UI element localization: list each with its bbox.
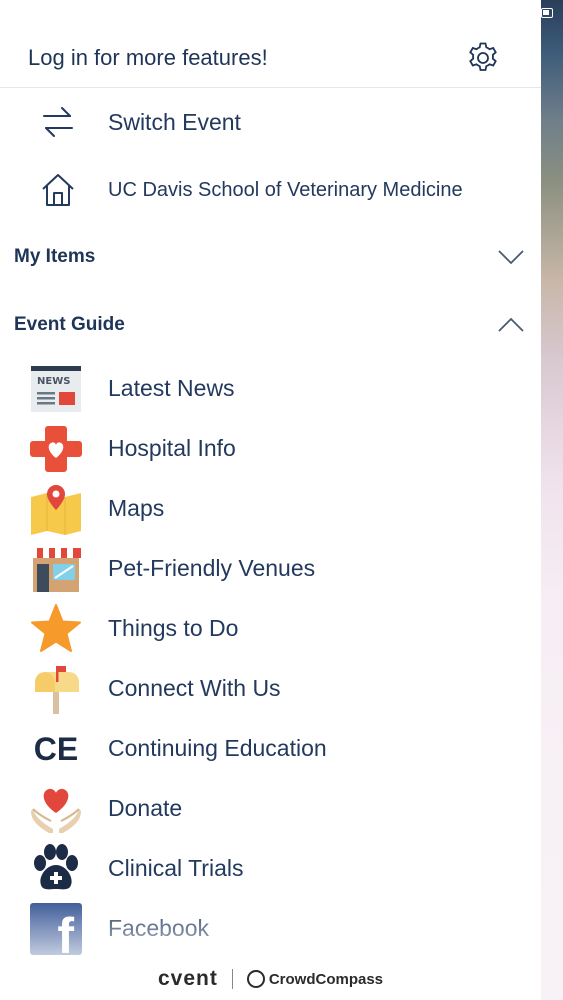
battery-icon	[541, 8, 553, 18]
crowdcompass-text: CrowdCompass	[268, 970, 384, 988]
mailbox-icon	[28, 662, 84, 716]
guide-item-donate[interactable]: Donate	[0, 779, 541, 839]
guide-item-label: Facebook	[108, 915, 210, 941]
guide-item-label: Connect With Us	[108, 675, 281, 701]
gear-icon[interactable]	[465, 40, 501, 76]
chevron-down-icon[interactable]	[496, 242, 526, 270]
guide-item-maps[interactable]: Maps	[0, 479, 541, 539]
crowdcompass-icon	[246, 970, 265, 988]
background-blur-strip	[541, 0, 563, 1000]
storefront-icon	[28, 542, 84, 596]
guide-item-label: Things to Do	[108, 615, 239, 641]
footer-divider	[231, 969, 233, 989]
home-event-label: UC Davis School of Veterinary Medicine	[108, 178, 463, 201]
login-prompt[interactable]: Log in for more features!	[28, 45, 268, 71]
guide-item-label: Latest News	[108, 375, 235, 401]
guide-item-label: Maps	[108, 495, 165, 521]
guide-item-connect-with-us[interactable]: Connect With Us	[0, 659, 541, 719]
guide-item-label: Pet-Friendly Venues	[108, 555, 316, 581]
footer-branding: cvent CrowdCompass	[0, 962, 541, 996]
drawer-header: Log in for more features!	[0, 28, 541, 88]
heart-hands-icon	[28, 782, 84, 836]
guide-item-pet-friendly-venues[interactable]: Pet-Friendly Venues	[0, 539, 541, 599]
paw-icon	[28, 842, 84, 896]
switch-event-row[interactable]: Switch Event	[0, 94, 541, 150]
star-icon	[28, 602, 84, 656]
switch-event-label: Switch Event	[108, 108, 241, 135]
cvent-logo: cvent	[157, 967, 218, 990]
side-drawer: Log in for more features! Switch Event U…	[0, 0, 541, 1000]
medical-cross-icon	[28, 422, 84, 476]
guide-item-latest-news[interactable]: NEWS Latest News	[0, 359, 541, 419]
guide-item-clinical-trials[interactable]: Clinical Trials	[0, 839, 541, 899]
map-pin-icon	[28, 482, 84, 536]
guide-item-hospital-info[interactable]: Hospital Info	[0, 419, 541, 479]
guide-item-label: Donate	[108, 795, 183, 821]
facebook-icon: f	[28, 902, 84, 956]
my-items-section[interactable]: My Items	[0, 238, 541, 278]
guide-item-label: Continuing Education	[108, 735, 327, 761]
guide-item-things-to-do[interactable]: Things to Do	[0, 599, 541, 659]
event-guide-title: Event Guide	[14, 314, 125, 335]
my-items-title: My Items	[14, 246, 96, 267]
guide-item-continuing-education[interactable]: CE Continuing Education	[0, 719, 541, 779]
home-icon	[36, 168, 80, 212]
swap-arrows-icon	[36, 100, 80, 144]
home-event-row[interactable]: UC Davis School of Veterinary Medicine	[0, 162, 541, 218]
guide-item-label: Clinical Trials	[108, 855, 244, 881]
guide-item-label: Hospital Info	[108, 435, 236, 461]
guide-item-facebook[interactable]: f Facebook	[0, 899, 541, 959]
newspaper-icon: NEWS	[28, 362, 84, 416]
event-guide-section[interactable]: Event Guide	[0, 306, 541, 346]
ce-text-icon: CE	[33, 730, 79, 767]
crowdcompass-logo: CrowdCompass	[246, 970, 384, 988]
svg-text:NEWS: NEWS	[37, 376, 70, 387]
chevron-up-icon[interactable]	[496, 310, 526, 338]
